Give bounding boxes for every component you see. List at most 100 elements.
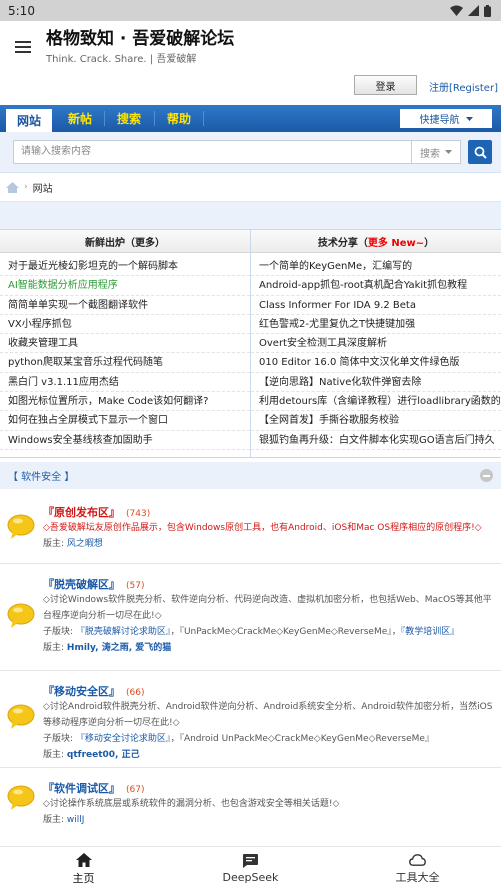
forum-count: (67) — [126, 785, 145, 795]
tab-help[interactable]: 帮助 — [157, 108, 201, 129]
search-scope-label: 搜索 — [420, 148, 440, 160]
forum-bubble-icon — [7, 785, 35, 810]
menu-button[interactable] — [0, 21, 46, 73]
breadcrumb-current[interactable]: 网站 — [33, 180, 53, 195]
home-icon[interactable] — [6, 181, 19, 193]
collapse-icon[interactable] — [480, 469, 493, 482]
section-title: 【 软件安全 】 — [8, 472, 75, 483]
status-time: 5:10 — [8, 3, 35, 18]
forum-moderators: 版主: 风之暇想 — [43, 536, 493, 552]
list-item[interactable]: 红色警戒2-尤里复仇之T快捷键加强 — [251, 315, 501, 335]
tech-share-title: 技术分享（ — [317, 237, 368, 249]
bottom-nav-label: 工具大全 — [395, 870, 440, 884]
moderator-link[interactable]: Hmily, 涛之雨, 爱飞的猫 — [67, 643, 171, 653]
moderator-link[interactable]: qtfreet00, 正己 — [67, 750, 140, 760]
search-icon — [474, 146, 487, 159]
list-item[interactable]: VX小程序抓包 — [0, 315, 250, 335]
tech-share-list: 一个简单的KeyGenMe，汇编写的 Android-app抓包-root真机配… — [251, 253, 501, 450]
list-item[interactable]: 如何在独占全屏模式下显示一个窗口 — [0, 411, 250, 431]
list-item[interactable]: 一个简单的KeyGenMe，汇编写的 — [251, 257, 501, 277]
list-item[interactable]: 利用detours库（含编译教程）进行loadlibrary函数的h — [251, 392, 501, 412]
moderator-link[interactable]: willJ — [67, 815, 85, 825]
tab-website[interactable]: 网站 — [6, 109, 52, 132]
tech-share-title-end: ） — [424, 237, 435, 249]
quick-nav-dropdown[interactable]: 快捷导航 — [400, 109, 492, 128]
moderator-label: 版主: — [43, 750, 65, 760]
forum-bubble-icon — [7, 704, 35, 729]
bottom-nav-label: 主页 — [72, 871, 95, 885]
main-nav: 网站 新帖 搜索 帮助 快捷导航 — [0, 105, 501, 132]
forum-name[interactable]: 『软件调试区』 — [43, 782, 120, 795]
forum-name[interactable]: 『原创发布区』 — [43, 506, 120, 519]
spacer-band — [0, 201, 501, 229]
home-icon — [75, 852, 92, 867]
tech-share-header[interactable]: 技术分享（ 更多 New~） — [251, 230, 501, 253]
breadcrumb: › 网站 — [0, 173, 501, 201]
caret-down-icon — [465, 116, 473, 121]
wifi-icon — [450, 5, 463, 16]
search-scope-select[interactable]: 搜索 — [411, 140, 461, 164]
app-title: 格物致知 · 吾爱破解论坛 — [46, 28, 235, 49]
quick-nav-label: 快捷导航 — [419, 115, 460, 126]
bottom-nav-label: DeepSeek — [222, 871, 279, 884]
register-link[interactable]: 注册[Register] — [429, 79, 498, 94]
list-item[interactable]: 【逆向思路】Native化软件弹窗去除 — [251, 373, 501, 393]
list-item[interactable]: 【全网首发】手撕谷歌服务校验 — [251, 411, 501, 431]
list-item[interactable]: 黑白门 v3.1.11应用杰结 — [0, 373, 250, 393]
bottom-nav-home[interactable]: 主页 — [0, 847, 167, 891]
list-item[interactable]: python爬取某宝音乐过程代码随笔 — [0, 353, 250, 373]
nav-divider — [154, 111, 155, 126]
moderator-label: 版主: — [43, 539, 65, 549]
forum-description: ◇讨论Windows软件脱壳分析、软件逆向分析、代码逆向改造、虚拟机加密分析，也… — [43, 595, 492, 621]
search-button[interactable] — [468, 140, 492, 164]
tab-search[interactable]: 搜索 — [107, 108, 151, 129]
list-item[interactable]: 收藏夹管理工具 — [0, 334, 250, 354]
forum-description: ◇吾爱破解坛友原创作品展示，包含Windows原创工具，也有Android、iO… — [43, 523, 482, 533]
forum-bubble-icon — [7, 603, 35, 628]
list-item[interactable]: 银狐钓鱼再升级：白文件脚本化实现GO语言后门持久 — [251, 431, 501, 450]
list-item[interactable]: Android-app抓包-root真机配合Yakit抓包教程 — [251, 276, 501, 296]
subforum-link[interactable]: 『脱壳破解讨论求助区』 — [76, 627, 171, 637]
tech-share-column: 技术分享（ 更多 New~） 一个简单的KeyGenMe，汇编写的 Android… — [251, 230, 501, 457]
auth-row: 登录 注册[Register] — [0, 73, 501, 105]
tech-share-more[interactable]: 更多 New~ — [368, 234, 424, 249]
list-item[interactable]: Windows安全基线核查加固助手 — [0, 431, 250, 450]
list-item[interactable]: 如图光标位置所示，Make Code该如何翻译? — [0, 392, 250, 412]
forum-count: (66) — [126, 688, 145, 698]
bottom-nav-deepseek[interactable]: DeepSeek — [167, 847, 334, 891]
forum-description: ◇讨论Android软件脱壳分析、Android软件逆向分析、Android系统… — [43, 702, 493, 728]
forum-count: (57) — [126, 581, 145, 591]
forum-name[interactable]: 『移动安全区』 — [43, 685, 120, 698]
forum-row: 『脱壳破解区』 (57) ◇讨论Windows软件脱壳分析、软件逆向分析、代码逆向… — [0, 564, 501, 671]
search-input[interactable]: 请输入搜索内容 — [13, 140, 411, 164]
forum-name[interactable]: 『脱壳破解区』 — [43, 578, 120, 591]
app-title-block: 格物致知 · 吾爱破解论坛 Think. Crack. Share. | 吾爱破… — [46, 29, 234, 66]
subforum-link[interactable]: 『教学培训区』 — [401, 627, 460, 637]
subforum-link[interactable]: ，『UnPackMe◇CrackMe◇KeyGenMe◇ReverseMe』， — [170, 627, 400, 637]
cloud-icon — [409, 853, 426, 866]
forum-moderators: 版主: willJ — [43, 812, 493, 828]
moderator-label: 版主: — [43, 815, 65, 825]
list-item[interactable]: AI智能数据分析应用程序 — [0, 276, 250, 296]
bottom-nav-tools[interactable]: 工具大全 — [334, 847, 501, 891]
list-item[interactable]: Overt安全检测工具深度解析 — [251, 334, 501, 354]
tab-new-posts[interactable]: 新帖 — [58, 108, 102, 129]
moderator-label: 版主: — [43, 643, 65, 653]
latest-list: 对于最近光棱幻影坦克的一个解码脚本 AI智能数据分析应用程序 简简单单实现一个截… — [0, 253, 250, 450]
subforum-link[interactable]: 『移动安全讨论求助区』 — [76, 734, 171, 744]
list-item[interactable]: 简简单单实现一个截图翻译软件 — [0, 296, 250, 315]
forum-subforums: 子版块: 『脱壳破解讨论求助区』，『UnPackMe◇CrackMe◇KeyGe… — [43, 624, 493, 640]
login-button[interactable]: 登录 — [354, 75, 417, 95]
subforum-label: 子版块: — [43, 627, 74, 637]
subforum-link[interactable]: ，『Android UnPackMe◇CrackMe◇KeyGenMe◇Reve… — [170, 734, 434, 744]
list-item[interactable]: Class Informer For IDA 9.2 Beta — [251, 296, 501, 315]
latest-header[interactable]: 新鲜出炉（更多） — [0, 230, 250, 253]
forum-row: 『软件调试区』 (67) ◇讨论操作系统底层或系统软件的漏洞分析、也包含游戏安全等… — [0, 768, 501, 828]
forum-moderators: 版主: Hmily, 涛之雨, 爱飞的猫 — [43, 640, 493, 656]
bottom-nav: 主页 DeepSeek 工具大全 — [0, 846, 501, 891]
forum-description: ◇讨论操作系统底层或系统软件的漏洞分析、也包含游戏安全等相关话题!◇ — [43, 799, 340, 809]
list-item[interactable]: 对于最近光棱幻影坦克的一个解码脚本 — [0, 257, 250, 277]
post-columns: 新鲜出炉（更多） 对于最近光棱幻影坦克的一个解码脚本 AI智能数据分析应用程序 … — [0, 229, 501, 458]
list-item[interactable]: 010 Editor 16.0 简体中文汉化单文件绿色版 — [251, 353, 501, 373]
moderator-link[interactable]: 风之暇想 — [67, 539, 103, 549]
